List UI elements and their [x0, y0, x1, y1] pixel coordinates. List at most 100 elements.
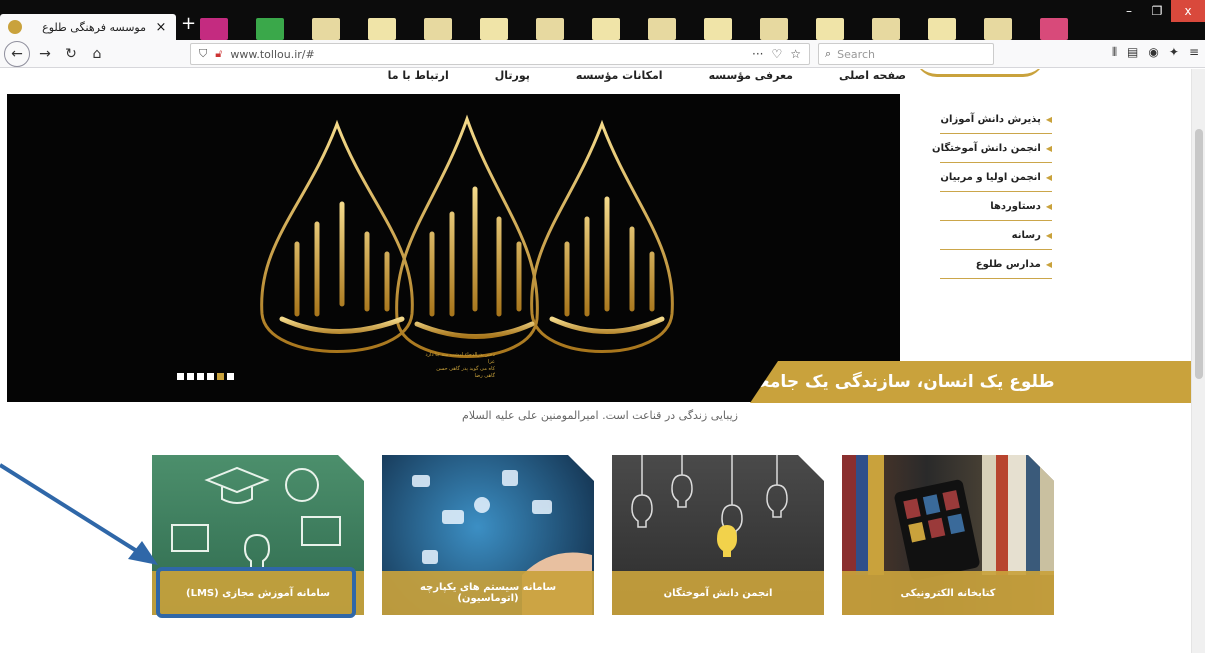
- new-tab-button[interactable]: +: [181, 14, 196, 34]
- nav-facilities[interactable]: امکانات مؤسسه: [576, 69, 663, 91]
- quote-text: زیبایی زندگی در قناعت است. امیرالمومنین …: [462, 409, 738, 422]
- triangle-bullet-icon: ◀: [1045, 172, 1052, 182]
- extensions-icon[interactable]: ✦: [1169, 45, 1179, 60]
- tab-preview[interactable]: [928, 18, 956, 40]
- slogan-text: طلوع یک انسان، سازندگی یک جامعه: [750, 372, 1055, 392]
- search-placeholder: Search: [837, 47, 875, 61]
- side-menu-label: رسانه: [1011, 229, 1041, 241]
- side-menu: ◀ پذیرش دانش آموزان ◀ انجمن دانش آموختگان …: [932, 105, 1052, 279]
- tab-previews: [200, 18, 1068, 40]
- back-arrow-icon[interactable]: ←: [4, 40, 30, 67]
- triangle-bullet-icon: ◀: [1045, 201, 1052, 211]
- sidebar-icon[interactable]: ▤: [1127, 45, 1138, 60]
- nav-contact[interactable]: ارتباط با ما: [388, 69, 449, 91]
- tab-preview[interactable]: [480, 18, 508, 40]
- tab-title: موسسه فرهنگی طلوع: [42, 20, 146, 34]
- triangle-bullet-icon: ◀: [1045, 230, 1052, 240]
- nav-home[interactable]: صفحه اصلی: [839, 69, 906, 91]
- search-box[interactable]: ⌕ Search: [818, 43, 994, 65]
- annotation-arrow: [0, 463, 158, 565]
- minimize-button[interactable]: –: [1115, 0, 1143, 22]
- site-logo[interactable]: [915, 69, 1045, 77]
- pocket-icon[interactable]: ♡: [771, 47, 782, 61]
- home-icon[interactable]: ⌂: [86, 43, 108, 65]
- banner-caption-line: کاه می گوید پدر گاهی حسن گاهی رضا: [436, 366, 495, 379]
- card-automation[interactable]: سامانه سیستم های یکپارچه (اتوماسیون): [382, 455, 594, 615]
- tab-preview[interactable]: [1040, 18, 1068, 40]
- tab-preview[interactable]: [424, 18, 452, 40]
- card-alumni-label: انجمن دانش آموختگان: [612, 571, 824, 615]
- slider-dot[interactable]: [177, 373, 184, 380]
- tab-preview[interactable]: [984, 18, 1012, 40]
- toolbar-icons: ⫴ ▤ ◉ ✦ ≡: [1112, 45, 1199, 60]
- side-menu-label: مدارس طلوع: [975, 258, 1041, 270]
- window-controls: – ❐ x: [1115, 0, 1205, 22]
- slider-dot[interactable]: [207, 373, 214, 380]
- tab-preview[interactable]: [704, 18, 732, 40]
- slogan-banner: طلوع یک انسان، سازندگی یک جامعه: [750, 361, 1198, 403]
- triangle-bullet-icon: ◀: [1045, 259, 1052, 269]
- browser-tab-active[interactable]: موسسه فرهنگی طلوع ×: [0, 14, 176, 40]
- page-actions-menu-icon[interactable]: ···: [752, 47, 763, 61]
- tab-preview[interactable]: [312, 18, 340, 40]
- slider-dot[interactable]: [217, 373, 224, 380]
- nav-about[interactable]: معرفی مؤسسه: [709, 69, 793, 91]
- side-menu-item[interactable]: ◀ انجمن دانش آموختگان: [932, 134, 1052, 163]
- annotation-highlight-box: [156, 567, 356, 618]
- slider-dot[interactable]: [187, 373, 194, 380]
- forward-arrow-icon[interactable]: →: [34, 43, 56, 65]
- bookmark-star-icon[interactable]: ☆: [790, 47, 801, 61]
- side-menu-label: پذیرش دانش آموزان: [940, 113, 1041, 125]
- card-alumni[interactable]: انجمن دانش آموختگان: [612, 455, 824, 615]
- slider-dot[interactable]: [197, 373, 204, 380]
- tab-close-icon[interactable]: ×: [154, 20, 168, 35]
- tab-preview[interactable]: [816, 18, 844, 40]
- search-icon: ⌕: [825, 47, 832, 60]
- tab-preview[interactable]: [872, 18, 900, 40]
- page-content: صفحه اصلی معرفی مؤسسه امکانات مؤسسه پورت…: [0, 69, 1205, 653]
- account-icon[interactable]: ◉: [1148, 45, 1158, 60]
- insecure-lock-icon[interactable]: 🔓︎: [215, 47, 222, 61]
- tab-strip: موسسه فرهنگی طلوع × + – ❐ x: [0, 0, 1205, 40]
- slider-dot[interactable]: [227, 373, 234, 380]
- reload-icon[interactable]: ↻: [60, 43, 82, 65]
- tab-preview[interactable]: [760, 18, 788, 40]
- tab-preview[interactable]: [200, 18, 228, 40]
- menu-hamburger-icon[interactable]: ≡: [1189, 45, 1199, 60]
- side-menu-item[interactable]: ◀ مدارس طلوع: [940, 250, 1052, 279]
- slider-dots: [177, 373, 234, 380]
- tab-preview[interactable]: [256, 18, 284, 40]
- side-menu-label: انجمن دانش آموختگان: [932, 142, 1041, 154]
- site-favicon-icon: [8, 20, 22, 34]
- side-menu-item[interactable]: ◀ پذیرش دانش آموزان: [940, 105, 1052, 134]
- navigation-toolbar: ← → ↻ ⌂ ⛉ 🔓︎ www.tollou.ir/# ··· ♡ ☆ ⌕ S…: [0, 40, 1205, 68]
- tab-preview[interactable]: [592, 18, 620, 40]
- side-menu-item[interactable]: ◀ رسانه: [940, 221, 1052, 250]
- side-menu-item[interactable]: ◀ دستاوردها: [940, 192, 1052, 221]
- tab-preview[interactable]: [536, 18, 564, 40]
- side-menu-label: دستاوردها: [990, 200, 1041, 212]
- top-navigation: صفحه اصلی معرفی مؤسسه امکانات مؤسسه پورت…: [388, 69, 910, 91]
- url-text[interactable]: www.tollou.ir/#: [230, 48, 752, 61]
- side-menu-item[interactable]: ◀ انجمن اولیا و مربیان: [940, 163, 1052, 192]
- library-icon[interactable]: ⫴: [1112, 45, 1117, 60]
- banner-caption: دختر بدرالدجاء امشب سه جا دارد عزا کاه م…: [425, 352, 495, 380]
- address-bar[interactable]: ⛉ 🔓︎ www.tollou.ir/# ··· ♡ ☆: [190, 43, 810, 65]
- banner-caption-line: دختر بدرالدجاء امشب سه جا دارد عزا: [425, 352, 495, 365]
- restore-button[interactable]: ❐: [1143, 0, 1171, 22]
- card-automation-label: سامانه سیستم های یکپارچه (اتوماسیون): [382, 571, 594, 615]
- tab-preview[interactable]: [368, 18, 396, 40]
- side-menu-label: انجمن اولیا و مربیان: [940, 171, 1041, 183]
- close-window-button[interactable]: x: [1171, 0, 1205, 22]
- vertical-scrollbar[interactable]: [1191, 69, 1205, 653]
- page-actions: ··· ♡ ☆: [752, 47, 801, 61]
- nav-portal[interactable]: پورتال: [495, 69, 530, 91]
- card-library-label: کتابخانه الکترونیکی: [842, 571, 1054, 615]
- triangle-bullet-icon: ◀: [1045, 143, 1052, 153]
- hero-banner[interactable]: دختر بدرالدجاء امشب سه جا دارد عزا کاه م…: [7, 94, 900, 402]
- tab-preview[interactable]: [648, 18, 676, 40]
- scrollbar-thumb[interactable]: [1195, 129, 1203, 379]
- tracking-shield-icon[interactable]: ⛉: [199, 47, 207, 61]
- triangle-bullet-icon: ◀: [1045, 114, 1052, 124]
- card-library[interactable]: کتابخانه الکترونیکی: [842, 455, 1054, 615]
